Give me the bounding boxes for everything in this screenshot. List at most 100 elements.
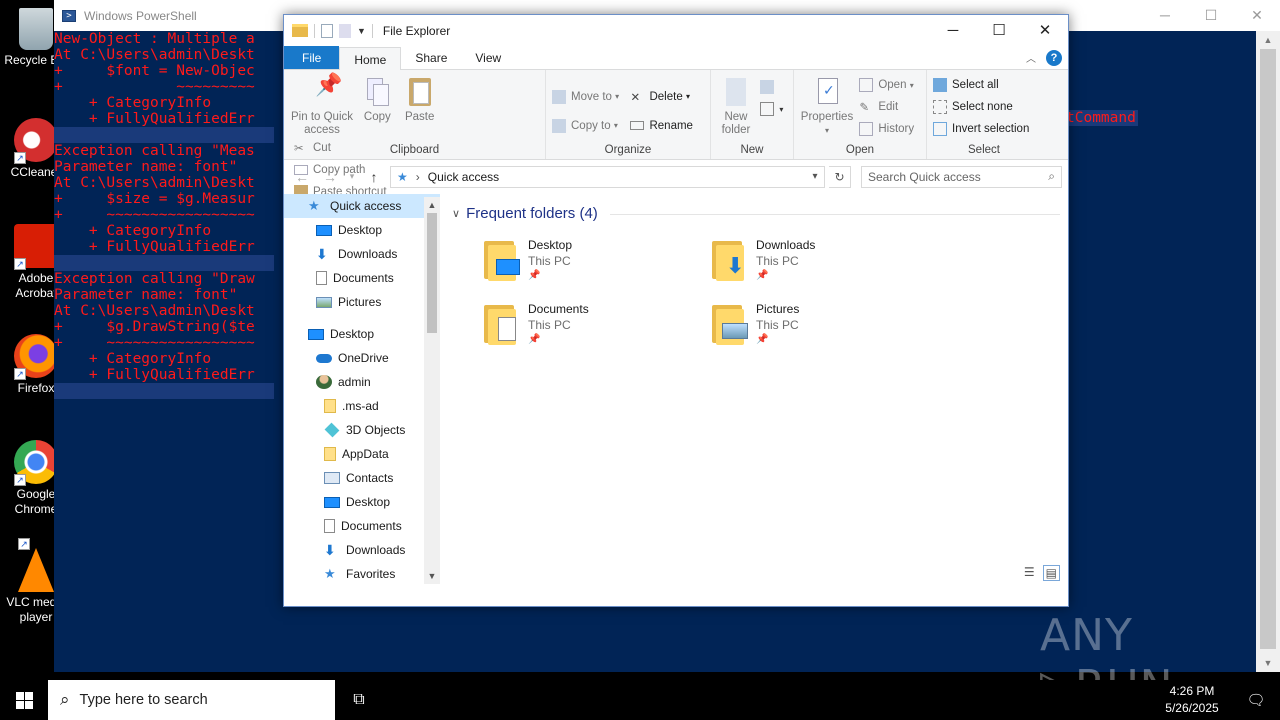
group-label-organize: Organize bbox=[604, 144, 652, 156]
easy-access-icon bbox=[760, 102, 775, 116]
minimize-icon[interactable]: ─ bbox=[1142, 7, 1188, 24]
folder-tile-documents[interactable]: Documents This PC 📌 bbox=[482, 301, 702, 357]
divider bbox=[371, 23, 373, 38]
copy-button[interactable]: Copy bbox=[359, 74, 395, 124]
nav-item-3d-objects[interactable]: 3D Objects bbox=[284, 418, 440, 442]
select-all-button[interactable]: Select all bbox=[933, 74, 1029, 96]
notification-icon[interactable]: 🗨 bbox=[1232, 691, 1280, 709]
edit-button[interactable]: ✎ Edit bbox=[859, 96, 914, 118]
tab-home[interactable]: Home bbox=[339, 47, 402, 70]
start-button[interactable] bbox=[0, 680, 48, 720]
rename-button[interactable]: Rename bbox=[630, 111, 693, 140]
ribbon-tabs: File Home Share View ︿ ? bbox=[284, 46, 1068, 70]
navigation-pane[interactable]: ★Quick accessDesktop📌⬇Downloads📌Document… bbox=[284, 194, 440, 584]
new-folder-button[interactable]: New folder bbox=[717, 74, 755, 137]
help-icon[interactable]: ? bbox=[1046, 49, 1062, 66]
tiles-view-icon[interactable]: ▤ bbox=[1042, 565, 1060, 581]
nav-item-contacts[interactable]: Contacts bbox=[284, 466, 440, 490]
new-item-icon bbox=[760, 80, 775, 94]
pin-quick-access-button[interactable]: 📌 Pin to Quick access bbox=[290, 74, 354, 137]
contacts-icon bbox=[324, 472, 340, 484]
refresh-icon[interactable]: ↻ bbox=[829, 165, 851, 188]
nav-item-downloads[interactable]: ⬇Downloads📌 bbox=[284, 242, 440, 266]
nav-item-desktop[interactable]: Desktop bbox=[284, 490, 440, 514]
frequent-folders-header[interactable]: ∨ Frequent folders (4) bbox=[452, 205, 598, 222]
scroll-thumb[interactable] bbox=[1260, 49, 1276, 649]
clock[interactable]: 4:26 PM 5/26/2025 bbox=[1152, 683, 1232, 717]
history-button[interactable]: History bbox=[859, 118, 914, 140]
nav-item-favorites[interactable]: ★ Favorites bbox=[284, 562, 440, 584]
properties-qa-icon[interactable] bbox=[321, 23, 333, 38]
content-pane[interactable]: ∨ Frequent folders (4) Desktop This PC 📌 ⬇ D… bbox=[442, 197, 1068, 587]
nav-item-admin[interactable]: admin bbox=[284, 370, 440, 394]
maximize-icon[interactable]: ☐ bbox=[976, 15, 1022, 46]
vlc-icon: ↗ bbox=[18, 538, 54, 592]
search-icon: ⌕ bbox=[60, 690, 70, 709]
details-view-icon[interactable]: ☰ bbox=[1024, 565, 1035, 581]
nav-item-documents[interactable]: Documents bbox=[284, 514, 440, 538]
folder-tile-pictures[interactable]: Pictures This PC 📌 bbox=[710, 301, 930, 357]
close-icon[interactable]: ✕ bbox=[1022, 15, 1068, 46]
picture-icon bbox=[316, 296, 332, 308]
easy-access-button[interactable]: ▾ bbox=[760, 98, 783, 120]
nav-item-appdata[interactable]: AppData bbox=[284, 442, 440, 466]
tab-share[interactable]: Share bbox=[401, 46, 461, 69]
invert-selection-button[interactable]: Invert selection bbox=[933, 118, 1029, 140]
new-item-button[interactable] bbox=[760, 76, 783, 98]
scroll-up-icon[interactable]: ▲ bbox=[1256, 31, 1280, 49]
search-input[interactable]: Search Quick access ⌕ bbox=[861, 165, 1062, 188]
nav-item-onedrive[interactable]: OneDrive bbox=[284, 346, 440, 370]
address-bar-row: ← → ▾ ↑ ★ › Quick access ▾ ↻ Search Quic… bbox=[284, 160, 1068, 193]
folder-icon bbox=[324, 447, 336, 461]
copy-to-button[interactable]: Copy to ▾ bbox=[552, 111, 619, 140]
address-bar[interactable]: ★ › Quick access ▾ bbox=[390, 165, 825, 188]
scroll-thumb[interactable] bbox=[427, 213, 437, 333]
paste-button[interactable]: Paste bbox=[401, 74, 439, 124]
nav-item-label: Contacts bbox=[346, 471, 394, 485]
select-none-button[interactable]: Select none bbox=[933, 96, 1029, 118]
scroll-up-icon[interactable]: ▲ bbox=[424, 197, 440, 213]
folder-name: Desktop bbox=[528, 238, 573, 252]
new-folder-qa-icon[interactable] bbox=[339, 23, 351, 38]
group-label-open: Open bbox=[845, 144, 875, 156]
open-button[interactable]: Open ▾ bbox=[859, 74, 914, 96]
move-to-button[interactable]: Move to ▾ bbox=[552, 82, 619, 111]
folder-tile-desktop[interactable]: Desktop This PC 📌 bbox=[482, 237, 702, 293]
collapse-ribbon-icon[interactable]: ︿ bbox=[1026, 50, 1036, 65]
maximize-icon[interactable]: ☐ bbox=[1188, 7, 1234, 24]
properties-button[interactable]: ✓ Properties ▾ bbox=[800, 74, 854, 137]
chevron-down-icon[interactable]: ▼ bbox=[357, 26, 366, 36]
tab-file[interactable]: File bbox=[284, 46, 340, 69]
nav-item-quick-access[interactable]: ★ Quick access bbox=[284, 194, 440, 218]
folder-tile-downloads[interactable]: ⬇ Downloads This PC 📌 bbox=[710, 237, 930, 293]
copy-path-button[interactable]: Copy path bbox=[294, 159, 387, 181]
nav-scrollbar[interactable]: ▲ ▼ bbox=[424, 197, 440, 584]
file-explorer-window[interactable]: ▼ File Explorer ─ ☐ ✕ File Home Share Vi… bbox=[283, 14, 1069, 607]
chevron-down-icon[interactable]: ▾ bbox=[806, 171, 824, 182]
console-overflow-text: tCommand bbox=[1064, 110, 1138, 126]
nav-item-label: Favorites bbox=[346, 567, 396, 581]
task-view-icon[interactable]: ⧉ bbox=[335, 691, 383, 709]
taskbar-search[interactable]: ⌕ Type here to search bbox=[48, 680, 335, 720]
nav-item-ms-ad[interactable]: .ms-ad bbox=[284, 394, 440, 418]
copy-to-icon bbox=[552, 118, 566, 133]
nav-item-documents[interactable]: Documents📌 bbox=[284, 266, 440, 290]
delete-button[interactable]: ✕ Delete ▾ bbox=[630, 82, 692, 111]
divider bbox=[314, 23, 315, 38]
explorer-titlebar[interactable]: ▼ File Explorer ─ ☐ ✕ bbox=[284, 15, 1068, 46]
nav-item-pictures[interactable]: Pictures📌 bbox=[284, 290, 440, 314]
desktop-icon bbox=[316, 224, 332, 236]
nav-item-label: Documents bbox=[341, 519, 402, 533]
nav-item-desktop[interactable]: Desktop bbox=[284, 322, 440, 346]
folder-name: Documents bbox=[528, 302, 589, 316]
minimize-icon[interactable]: ─ bbox=[930, 15, 976, 46]
nav-item-downloads[interactable]: ⬇ Downloads bbox=[284, 538, 440, 562]
tab-view[interactable]: View bbox=[461, 46, 515, 69]
nav-item-desktop[interactable]: Desktop📌 bbox=[284, 218, 440, 242]
close-icon[interactable]: ✕ bbox=[1234, 7, 1280, 24]
properties-icon: ✓ bbox=[811, 76, 843, 108]
breadcrumb[interactable]: Quick access bbox=[428, 170, 499, 184]
scroll-down-icon[interactable]: ▼ bbox=[424, 568, 440, 584]
folder-icon: ⬇ bbox=[710, 237, 750, 283]
powershell-scrollbar[interactable]: ▲ ▼ bbox=[1256, 31, 1280, 672]
